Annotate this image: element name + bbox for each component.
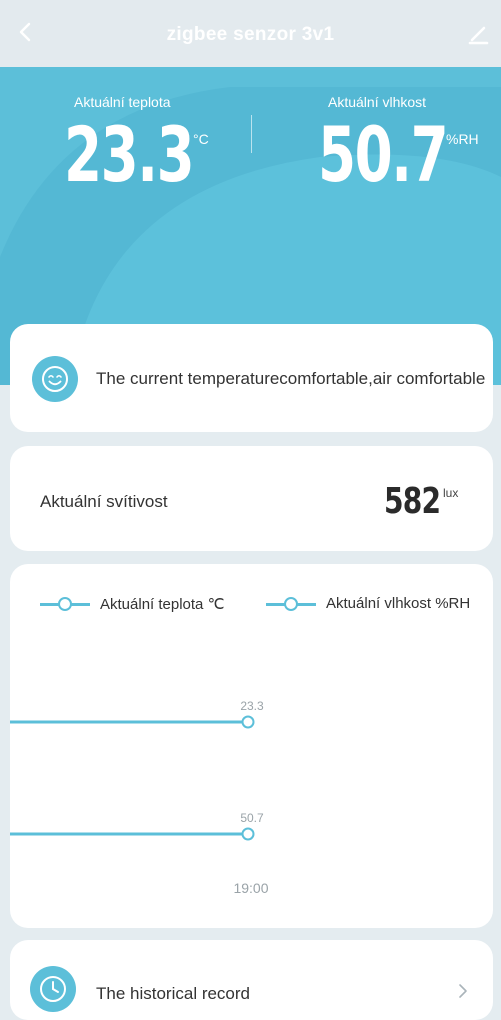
comfort-card: The current temperaturecomfortable,air c…: [10, 324, 493, 432]
data-label-1: 50.7: [240, 811, 264, 825]
data-point-0: [241, 715, 255, 729]
data-point-1: [241, 827, 255, 841]
historical-record-label: The historical record: [96, 984, 251, 1003]
illuminance-value: 582: [384, 481, 441, 522]
temperature-value: 23.3: [64, 110, 195, 199]
illuminance-card: Aktuální svítivost 582 lux: [10, 446, 493, 551]
temperature-unit: °C: [193, 131, 209, 147]
clock-icon: [30, 966, 76, 1012]
humidity-value: 50.7: [318, 110, 449, 199]
comfort-status-text: The current temperaturecomfortable,air c…: [96, 369, 486, 388]
illuminance-label: Aktuální svítivost: [40, 492, 168, 511]
smiley-face-icon: [32, 356, 78, 402]
pencil-icon[interactable]: [466, 22, 490, 46]
historical-record-row[interactable]: The historical record: [10, 940, 493, 1020]
line-chart: 23.3 50.7 19:00: [10, 699, 269, 896]
page-title: zigbee senzor 3v1: [166, 24, 335, 45]
chevron-right-icon: [459, 984, 467, 998]
temperature-label: Aktuální teplota: [74, 94, 171, 110]
humidity-unit: %RH: [446, 131, 479, 147]
top-bar: zigbee senzor 3v1: [0, 0, 501, 67]
humidity-label: Aktuální vlhkost: [328, 94, 427, 110]
history-chart-card: Aktuální teplota ℃ Aktuální vlhkost %RH …: [10, 564, 493, 928]
x-tick-label: 19:00: [233, 880, 268, 896]
hero-divider: [251, 115, 252, 153]
illuminance-unit: lux: [443, 486, 459, 500]
data-label-0: 23.3: [240, 699, 264, 713]
